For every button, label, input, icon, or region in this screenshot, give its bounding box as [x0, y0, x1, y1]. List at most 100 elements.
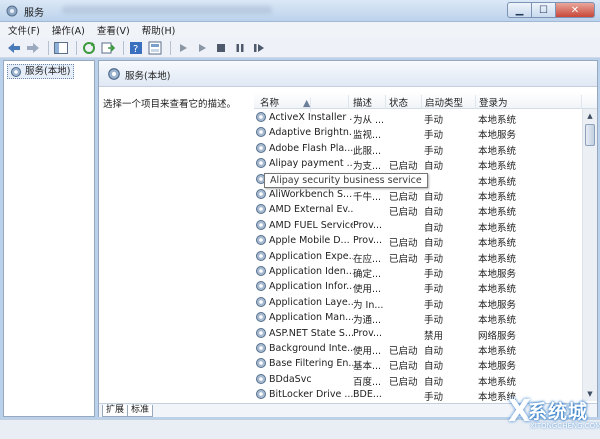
table-row[interactable]: Application Infor... 使用... 手动 本地系统: [254, 279, 580, 296]
table-row[interactable]: BDdaSvc 百度... 已启动 自动 本地系统: [254, 372, 580, 388]
service-name: Background Inte...: [269, 343, 353, 354]
service-logon-as: 本地系统: [478, 145, 517, 157]
service-status: 已启动: [389, 192, 418, 203]
table-row[interactable]: Background Inte... 使用... 已启动 自动 本地系统: [254, 341, 580, 357]
pause-service-button[interactable]: [232, 40, 248, 56]
service-gear-icon: [255, 250, 267, 265]
back-button[interactable]: [6, 40, 22, 56]
service-name: BitLocker Drive ...: [269, 389, 353, 401]
vertical-scrollbar[interactable]: ▲ ▼: [582, 109, 597, 401]
table-row[interactable]: Application Expe... 在应... 已启动 手动 本地系统: [254, 249, 580, 265]
service-startup-type: 手动: [424, 253, 444, 265]
maximize-button[interactable]: ☐: [531, 2, 555, 18]
service-name: Application Man...: [269, 312, 353, 324]
service-gear-icon: [255, 111, 267, 126]
service-startup-type: 手动: [424, 115, 444, 126]
table-row[interactable]: Application Iden... 确定... 手动 本地服务: [254, 264, 580, 280]
service-gear-icon: [255, 126, 267, 141]
stop-service-button[interactable]: [213, 40, 229, 56]
menu-help[interactable]: 帮助(H): [142, 23, 176, 37]
service-startup-type: 自动: [424, 207, 444, 219]
services-panel: 服务(本地) 选择一个项目来查看它的描述。 名称 ▲ 描述 状态 启动类型 登录为…: [98, 60, 598, 417]
service-status: 已启动: [389, 376, 418, 388]
table-row[interactable]: Apple Mobile D... Prov... 已启动 自动 本地系统: [254, 233, 580, 250]
window-controls: ▁ ☐ ✕: [507, 2, 595, 18]
service-description: 监视...: [353, 130, 382, 142]
service-startup-type: 手动: [424, 315, 444, 327]
table-row[interactable]: Alipay payment ... 为支... 已启动 自动 本地系统: [254, 156, 580, 172]
menu-file[interactable]: 文件(F): [8, 23, 40, 37]
service-logon-as: 本地服务: [478, 130, 517, 142]
start-service-alt-button[interactable]: [194, 40, 210, 56]
service-startup-type: 手动: [424, 284, 444, 296]
service-description: 此服...: [353, 145, 382, 157]
forward-button[interactable]: [25, 40, 41, 56]
service-name: AMD External Ev...: [269, 204, 353, 216]
table-row[interactable]: AMD External Ev... 已启动 自动 本地系统: [254, 202, 580, 219]
service-logon-as: 网络服务: [478, 330, 517, 342]
table-row[interactable]: ActiveX Installer ... 为从 ... 手动 本地系统: [254, 110, 580, 126]
column-header-row: 名称 ▲ 描述 状态 启动类型 登录为: [254, 92, 597, 112]
service-startup-type: 自动: [424, 346, 444, 357]
service-name: Alipay payment ...: [269, 158, 353, 170]
table-row[interactable]: Base Filtering En... 基本... 已启动 自动 本地服务: [254, 356, 580, 372]
service-gear-icon: [255, 327, 267, 342]
scrollbar-thumb[interactable]: [585, 124, 595, 146]
minimize-button[interactable]: ▁: [507, 2, 531, 18]
tab-extended[interactable]: 扩展: [102, 405, 129, 417]
service-logon-as: 本地服务: [478, 299, 517, 311]
service-name: AliWorkbench S...: [269, 189, 353, 200]
service-description: 在应...: [353, 253, 382, 265]
menu-action[interactable]: 操作(A): [52, 23, 85, 37]
service-logon-as: 本地系统: [478, 284, 517, 296]
table-row[interactable]: Adaptive Brightn... 监视... 手动 本地服务: [254, 125, 580, 142]
refresh-button[interactable]: [81, 40, 97, 56]
service-name: AMD FUEL Service: [269, 219, 353, 231]
help-button[interactable]: ?: [128, 40, 144, 56]
tree-item-services-local[interactable]: 服务(本地): [7, 64, 75, 79]
watermark-url: XITONGCHENG.COM: [530, 422, 600, 430]
service-name: Base Filtering En...: [269, 358, 353, 370]
scroll-up-arrow-icon[interactable]: ▲: [583, 109, 597, 123]
table-row[interactable]: Application Laye... 为 In... 手动 本地服务: [254, 295, 580, 311]
service-logon-as: 本地系统: [478, 315, 517, 327]
show-hide-console-tree-button[interactable]: [53, 40, 69, 56]
service-gear-icon: [255, 188, 267, 203]
table-row[interactable]: Adobe Flash Pla... 此服... 手动 本地系统: [254, 141, 580, 157]
play-icon: [199, 43, 206, 52]
table-row[interactable]: AMD FUEL Service Prov... 自动 本地系统: [254, 218, 580, 234]
properties-button[interactable]: [147, 40, 163, 56]
table-row[interactable]: ASP.NET State S... Prov... 禁用 网络服务: [254, 326, 580, 342]
menu-view[interactable]: 查看(V): [97, 23, 130, 37]
title-bar: 服务 ▁ ☐ ✕: [0, 0, 600, 22]
export-list-button[interactable]: [100, 40, 116, 56]
service-name: Application Laye...: [269, 296, 353, 308]
service-gear-icon: [255, 388, 267, 401]
service-logon-as: 本地系统: [478, 222, 517, 234]
table-row[interactable]: Application Man... 为通... 手动 本地系统: [254, 310, 580, 327]
watermark-text: 系统城: [528, 401, 589, 423]
service-description: BDE...: [353, 389, 382, 401]
service-startup-type: 自动: [424, 238, 444, 250]
column-header-description[interactable]: 描述: [350, 95, 386, 109]
column-header-startup-type[interactable]: 启动类型: [422, 95, 476, 109]
toolbar-separator: [170, 40, 171, 55]
column-header-logon-as[interactable]: 登录为: [476, 95, 582, 109]
column-header-status[interactable]: 状态: [386, 95, 422, 109]
table-row[interactable]: AliWorkbench S... 千牛... 已启动 自动 本地系统: [254, 187, 580, 203]
service-status: 已启动: [389, 238, 418, 250]
menu-bar: 文件(F) 操作(A) 查看(V) 帮助(H): [0, 22, 600, 38]
services-list: 名称 ▲ 描述 状态 启动类型 登录为 ActiveX Installer ...…: [254, 92, 597, 401]
close-button[interactable]: ✕: [555, 2, 595, 18]
service-gear-icon: [255, 311, 267, 326]
service-description: Prov...: [353, 219, 383, 231]
restart-service-button[interactable]: [251, 40, 267, 56]
service-startup-type: 自动: [424, 222, 444, 234]
column-header-name[interactable]: 名称 ▲: [254, 95, 349, 112]
service-logon-as: 本地服务: [478, 269, 517, 280]
tab-standard[interactable]: 标准: [127, 405, 154, 417]
toolbar-separator: [123, 40, 124, 55]
start-service-button[interactable]: [175, 40, 191, 56]
panel-header: 服务(本地): [99, 61, 597, 87]
service-startup-type: 手动: [424, 130, 444, 142]
